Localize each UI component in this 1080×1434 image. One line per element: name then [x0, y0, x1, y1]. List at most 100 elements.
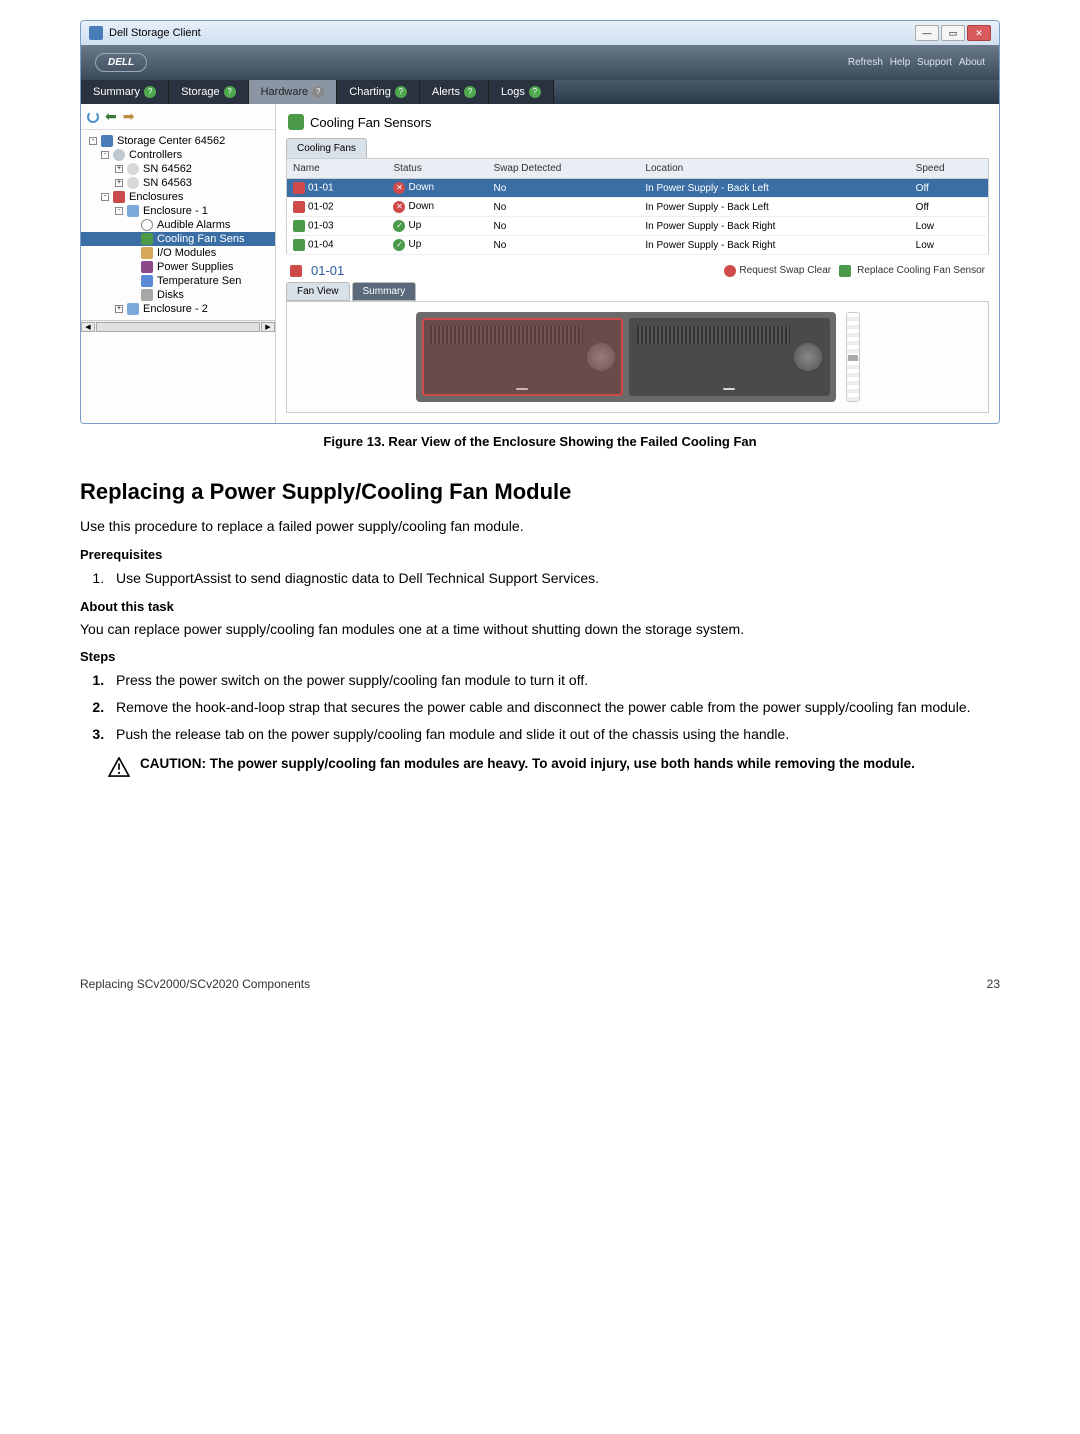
tab-charting[interactable]: Charting? — [337, 80, 420, 104]
caution-icon — [108, 757, 130, 777]
link-refresh[interactable]: Refresh — [848, 57, 883, 68]
fan-icon — [293, 220, 305, 232]
expand-icon[interactable]: + — [115, 165, 123, 173]
step-item: Push the release tab on the power supply… — [108, 724, 1000, 745]
node-icon — [141, 261, 153, 273]
fan-icon — [293, 182, 305, 194]
expand-icon[interactable]: - — [101, 151, 109, 159]
help-icon: ? — [224, 86, 236, 98]
col-header[interactable]: Name — [287, 159, 388, 179]
steps-list: Press the power switch on the power supp… — [80, 670, 1000, 745]
expand-icon[interactable]: - — [101, 193, 109, 201]
forward-icon[interactable]: ➡ — [123, 108, 135, 125]
tree-node[interactable]: +SN 64562 — [81, 162, 275, 176]
refresh-icon[interactable] — [87, 111, 99, 123]
help-icon: ? — [464, 86, 476, 98]
node-icon — [127, 303, 139, 315]
fan-icon — [293, 201, 305, 213]
prereq-list: Use SupportAssist to send diagnostic dat… — [80, 568, 1000, 589]
tab-summary[interactable]: Summary — [352, 282, 417, 301]
tree-node[interactable]: -Enclosures — [81, 190, 275, 204]
psu-right — [629, 318, 830, 396]
close-button[interactable]: ✕ — [967, 25, 991, 41]
link-replace-fan-sensor[interactable]: Replace Cooling Fan Sensor — [839, 265, 985, 277]
minimize-button[interactable]: — — [915, 25, 939, 41]
fan-icon — [293, 239, 305, 251]
tab-alerts[interactable]: Alerts? — [420, 80, 489, 104]
node-icon — [127, 205, 139, 217]
nav-tree[interactable]: -Storage Center 64562-Controllers+SN 645… — [81, 130, 275, 320]
scroll-right-icon[interactable]: ▶ — [261, 322, 275, 332]
tab-hardware[interactable]: Hardware? — [249, 80, 338, 104]
tree-node[interactable]: -Enclosure - 1 — [81, 204, 275, 218]
tree-node[interactable]: Disks — [81, 288, 275, 302]
link-help[interactable]: Help — [890, 57, 911, 68]
node-icon — [127, 177, 139, 189]
col-header[interactable]: Status — [387, 159, 487, 179]
fan-icon — [290, 265, 302, 277]
fan-icon — [839, 265, 851, 277]
top-tabs: Summary?Storage?Hardware?Charting?Alerts… — [81, 80, 999, 104]
section-title: Cooling Fan Sensors — [310, 115, 431, 130]
table-row[interactable]: 01-02✕DownNoIn Power Supply - Back LeftO… — [287, 198, 989, 217]
tab-fan-view[interactable]: Fan View — [286, 282, 350, 301]
tree-node[interactable]: -Storage Center 64562 — [81, 134, 275, 148]
link-request-swap-clear[interactable]: Request Swap Clear — [724, 265, 831, 277]
table-row[interactable]: 01-04✓UpNoIn Power Supply - Back RightLo… — [287, 236, 989, 255]
col-header[interactable]: Speed — [910, 159, 989, 179]
tree-node[interactable]: -Controllers — [81, 148, 275, 162]
brand-bar: DELL Refresh Help Support About — [81, 45, 999, 80]
brand-links: Refresh Help Support About — [844, 57, 985, 68]
footer-page-number: 23 — [987, 977, 1000, 991]
prereq-item: Use SupportAssist to send diagnostic dat… — [108, 568, 1000, 589]
fan-table: NameStatusSwap DetectedLocationSpeed 01-… — [286, 158, 989, 255]
steps-heading: Steps — [80, 649, 1000, 664]
node-icon — [141, 233, 153, 245]
back-icon[interactable]: ⬅ — [105, 108, 117, 125]
col-header[interactable]: Location — [639, 159, 909, 179]
tree-node[interactable]: +Enclosure - 2 — [81, 302, 275, 316]
tree-scrollbar[interactable]: ◀ ▶ — [81, 320, 275, 332]
tab-cooling-fans[interactable]: Cooling Fans — [286, 138, 367, 158]
nav-tree-pane: ⬅ ➡ -Storage Center 64562-Controllers+SN… — [81, 104, 276, 423]
caution-block: CAUTION: The power supply/cooling fan mo… — [80, 755, 1000, 777]
node-icon — [127, 163, 139, 175]
detail-pane: Cooling Fan Sensors Cooling Fans NameSta… — [276, 104, 999, 423]
tab-summary[interactable]: Summary? — [81, 80, 169, 104]
step-item: Remove the hook-and-loop strap that secu… — [108, 697, 1000, 718]
expand-icon[interactable]: + — [115, 179, 123, 187]
tab-logs[interactable]: Logs? — [489, 80, 554, 104]
enclosure-rear-view — [286, 301, 989, 413]
link-about[interactable]: About — [959, 57, 985, 68]
footer-left: Replacing SCv2000/SCv2020 Components — [80, 977, 310, 991]
tab-storage[interactable]: Storage? — [169, 80, 249, 104]
help-icon: ? — [144, 86, 156, 98]
figure-caption: Figure 13. Rear View of the Enclosure Sh… — [80, 434, 1000, 449]
node-icon — [101, 135, 113, 147]
handle-graphic — [846, 312, 860, 402]
tree-toolbar: ⬅ ➡ — [81, 104, 275, 130]
title-bar: Dell Storage Client — ▭ ✕ — [81, 21, 999, 45]
expand-icon[interactable]: - — [89, 137, 97, 145]
expand-icon[interactable]: + — [115, 305, 123, 313]
detail-name: 01-01 — [311, 263, 344, 278]
table-row[interactable]: 01-03✓UpNoIn Power Supply - Back RightLo… — [287, 217, 989, 236]
tree-node[interactable]: Temperature Sen — [81, 274, 275, 288]
step-item: Press the power switch on the power supp… — [108, 670, 1000, 691]
link-support[interactable]: Support — [917, 57, 952, 68]
scroll-left-icon[interactable]: ◀ — [81, 322, 95, 332]
tree-node[interactable]: Power Supplies — [81, 260, 275, 274]
table-row[interactable]: 01-01✕DownNoIn Power Supply - Back LeftO… — [287, 179, 989, 198]
status-icon: ✕ — [393, 182, 405, 194]
maximize-button[interactable]: ▭ — [941, 25, 965, 41]
page-footer: Replacing SCv2000/SCv2020 Components 23 — [80, 977, 1000, 991]
tree-node[interactable]: +SN 64563 — [81, 176, 275, 190]
expand-icon[interactable]: - — [115, 207, 123, 215]
chassis — [416, 312, 836, 402]
node-icon — [141, 289, 153, 301]
app-window: Dell Storage Client — ▭ ✕ DELL Refresh H… — [80, 20, 1000, 424]
tree-node[interactable]: Audible Alarms — [81, 218, 275, 232]
tree-node[interactable]: I/O Modules — [81, 246, 275, 260]
col-header[interactable]: Swap Detected — [488, 159, 640, 179]
tree-node[interactable]: Cooling Fan Sens — [81, 232, 275, 246]
